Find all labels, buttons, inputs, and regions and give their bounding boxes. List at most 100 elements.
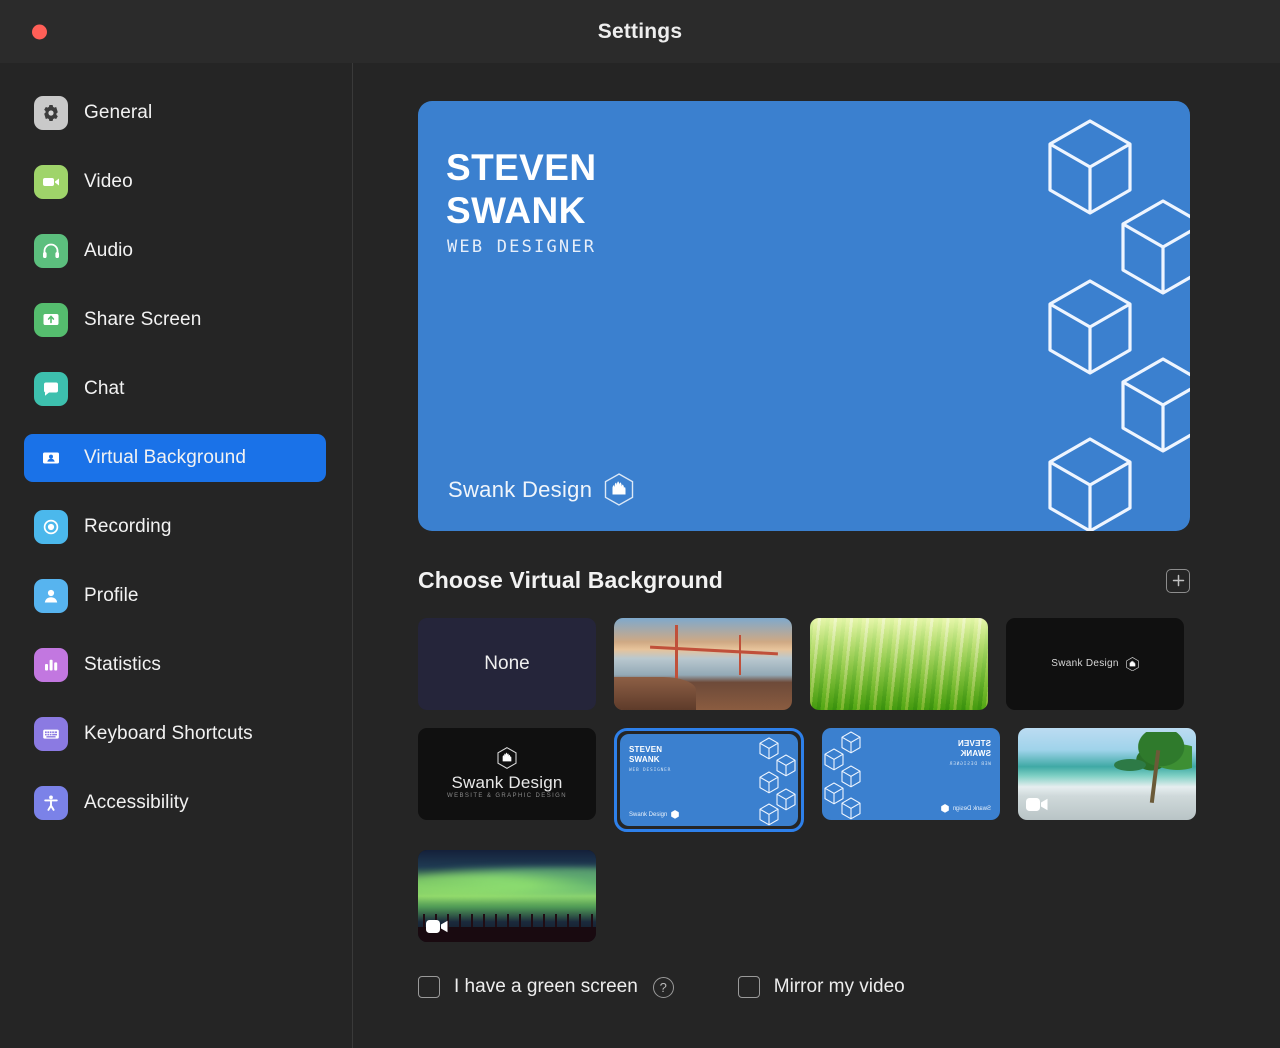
swank-hex-logo-icon: [497, 747, 517, 770]
person-icon: [34, 579, 68, 613]
thumbnail-brand-label: Swank Design: [1051, 658, 1119, 670]
share-screen-icon: [34, 303, 68, 337]
mini-card-name-line1: STEVEN: [957, 739, 991, 748]
green-screen-label: I have a green screen: [454, 976, 638, 997]
background-thumbnail-grid: None Swank Design Swank Design WEBSITE &…: [418, 618, 1208, 942]
accessibility-icon: [34, 786, 68, 820]
add-background-button[interactable]: [1166, 568, 1190, 593]
grass-photo: [810, 618, 988, 710]
sidebar-item-virtual-background[interactable]: Virtual Background: [24, 434, 326, 482]
thumbnail-image: STEVEN SWANK WEB DESIGNER Swank Design: [620, 734, 798, 826]
sidebar-item-accessibility[interactable]: Accessibility: [24, 779, 326, 827]
golden-gate-photo: [614, 618, 792, 710]
video-clip-icon: [426, 920, 448, 933]
sidebar-item-label: Audio: [84, 240, 134, 261]
sidebar-item-label: Keyboard Shortcuts: [84, 723, 253, 744]
sidebar-item-label: Profile: [84, 585, 139, 606]
swank-hex-logo-icon: [671, 810, 680, 819]
person-card-icon: [34, 441, 68, 475]
sidebar-item-recording[interactable]: Recording: [24, 503, 326, 551]
preview-name-line1: STEVEN: [446, 147, 597, 188]
mini-card-name: STEVEN SWANK: [629, 745, 662, 766]
thumbnail-none-label: None: [484, 653, 530, 674]
background-preview: STEVEN SWANK WEB DESIGNER Swank Design: [418, 101, 1190, 531]
isometric-cubes-decoration: [1048, 119, 1190, 531]
background-thumbnail[interactable]: [810, 618, 988, 710]
sidebar-item-general[interactable]: General: [24, 89, 326, 137]
preview-brand-lockup: Swank Design: [448, 473, 634, 506]
preview-brand-text: Swank Design: [448, 476, 593, 502]
sidebar-item-label: General: [84, 102, 153, 123]
close-window-button[interactable]: [32, 24, 47, 39]
mini-card-brand-text: Swank Design: [629, 811, 668, 818]
settings-sidebar: General Video Audio Share Screen Chat Virtual…: [0, 63, 353, 1048]
background-thumbnail-selected[interactable]: STEVEN SWANK WEB DESIGNER Swank Design: [614, 728, 804, 832]
mini-card-brand-text: Swank Design: [952, 805, 991, 812]
swank-hex-logo-icon: [940, 804, 949, 813]
sidebar-item-video[interactable]: Video: [24, 158, 326, 206]
window-titlebar: Settings: [0, 0, 1280, 63]
preview-name-line2: SWANK: [446, 190, 586, 232]
mirror-video-checkbox[interactable]: [737, 976, 760, 998]
keyboard-icon: [34, 717, 68, 751]
mirror-video-option[interactable]: Mirror my video: [737, 976, 905, 998]
mini-card-brand: Swank Design: [629, 810, 680, 819]
background-options: I have a green screen ? Mirror my video: [418, 976, 1280, 998]
mini-card-name: STEVEN SWANK: [958, 739, 991, 760]
mini-card-role: WEB DESIGNER: [629, 768, 672, 773]
virtual-background-panel: STEVEN SWANK WEB DESIGNER Swank Design C…: [353, 63, 1280, 1048]
record-circle-icon: [34, 510, 68, 544]
green-screen-help-icon[interactable]: ?: [652, 976, 674, 998]
preview-role: WEB DESIGNER: [447, 237, 597, 257]
sidebar-item-chat[interactable]: Chat: [24, 365, 326, 413]
sidebar-item-share-screen[interactable]: Share Screen: [24, 296, 326, 344]
mini-card-name-line1: STEVEN: [629, 745, 663, 754]
chat-bubble-icon: [34, 372, 68, 406]
thumbnail-image: [418, 850, 596, 942]
background-thumbnail[interactable]: STEVEN SWANK WEB DESIGNER Swank Design: [822, 728, 1000, 820]
sidebar-item-label: Chat: [84, 378, 125, 399]
thumbnail-image: Swank Design WEBSITE & GRAPHIC DESIGN: [418, 728, 596, 820]
sidebar-item-profile[interactable]: Profile: [24, 572, 326, 620]
plus-icon: [1172, 574, 1184, 587]
window-title: Settings: [597, 19, 683, 43]
sidebar-item-label: Accessibility: [84, 792, 189, 813]
sidebar-item-label: Statistics: [84, 654, 162, 675]
mini-card-name-line2: SWANK: [960, 749, 991, 759]
swank-hex-logo-icon: [605, 473, 634, 506]
headphones-icon: [34, 234, 68, 268]
background-thumbnail[interactable]: [418, 850, 596, 942]
green-screen-checkbox[interactable]: [418, 976, 440, 998]
sidebar-item-label: Video: [84, 171, 133, 192]
sidebar-item-audio[interactable]: Audio: [24, 227, 326, 275]
section-title: Choose Virtual Background: [418, 567, 723, 593]
isometric-cubes-decoration: [824, 731, 861, 820]
gear-icon: [34, 96, 68, 130]
background-thumbnail[interactable]: [1018, 728, 1196, 820]
thumbnail-image: None: [418, 618, 596, 710]
traffic-light-group: [32, 24, 47, 39]
mini-card-role: WEB DESIGNER: [948, 762, 991, 767]
thumbnail-image: STEVEN SWANK WEB DESIGNER Swank Design: [822, 728, 1000, 820]
sidebar-item-label: Virtual Background: [84, 447, 246, 468]
thumbnail-image: [810, 618, 988, 710]
swank-hex-logo-icon: [1126, 656, 1139, 672]
mirror-video-label: Mirror my video: [773, 976, 905, 997]
sidebar-item-keyboard-shortcuts[interactable]: Keyboard Shortcuts: [24, 710, 326, 758]
sidebar-item-statistics[interactable]: Statistics: [24, 641, 326, 689]
mini-card-brand: Swank Design: [940, 804, 991, 813]
background-thumbnail[interactable]: Swank Design WEBSITE & GRAPHIC DESIGN: [418, 728, 596, 820]
thumbnail-image: Swank Design: [1006, 618, 1184, 710]
thumbnail-image: [1018, 728, 1196, 820]
settings-shell: General Video Audio Share Screen Chat Virtual…: [0, 63, 1280, 1048]
background-thumbnail[interactable]: None: [418, 618, 596, 710]
background-thumbnail[interactable]: Swank Design: [1006, 618, 1184, 710]
bar-chart-icon: [34, 648, 68, 682]
thumbnail-brand-label: Swank Design: [451, 773, 563, 793]
background-thumbnail[interactable]: [614, 618, 792, 710]
sidebar-item-label: Share Screen: [84, 309, 202, 330]
green-screen-option[interactable]: I have a green screen: [418, 976, 638, 998]
mini-card-name-line2: SWANK: [629, 755, 660, 765]
mini-business-card: STEVEN SWANK WEB DESIGNER Swank Design: [822, 728, 1000, 820]
thumbnail-brand-sublabel: WEBSITE & GRAPHIC DESIGN: [447, 793, 567, 800]
